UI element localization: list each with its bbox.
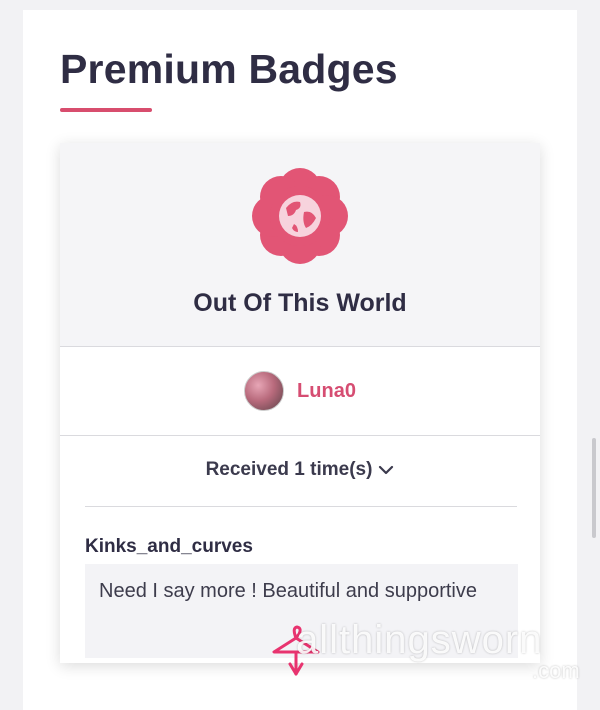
title-underline (60, 108, 152, 112)
globe-flower-icon (252, 168, 348, 264)
received-label: Received 1 time(s) (205, 459, 373, 480)
badge-header: Out Of This World (60, 143, 540, 347)
badge-card: Out Of This World Luna0 Received 1 time(… (60, 143, 540, 663)
owner-name-link[interactable]: Luna0 (297, 380, 356, 403)
premium-badges-panel: Premium Badges Out Of This World Luna0 R… (23, 10, 577, 710)
badge-owner[interactable]: Luna0 (60, 347, 540, 436)
watermark-text: allthingsworn (296, 618, 543, 662)
chevron-down-icon (379, 465, 394, 475)
badge-name: Out Of This World (193, 289, 407, 317)
watermark-suffix: .com (532, 658, 580, 683)
received-toggle[interactable]: Received 1 time(s) (60, 455, 540, 485)
scrollbar[interactable] (592, 438, 596, 538)
page-title: Premium Badges (60, 46, 398, 92)
avatar[interactable] (244, 371, 285, 411)
divider (85, 506, 517, 507)
giver-name: Kinks_and_curves (85, 536, 253, 557)
